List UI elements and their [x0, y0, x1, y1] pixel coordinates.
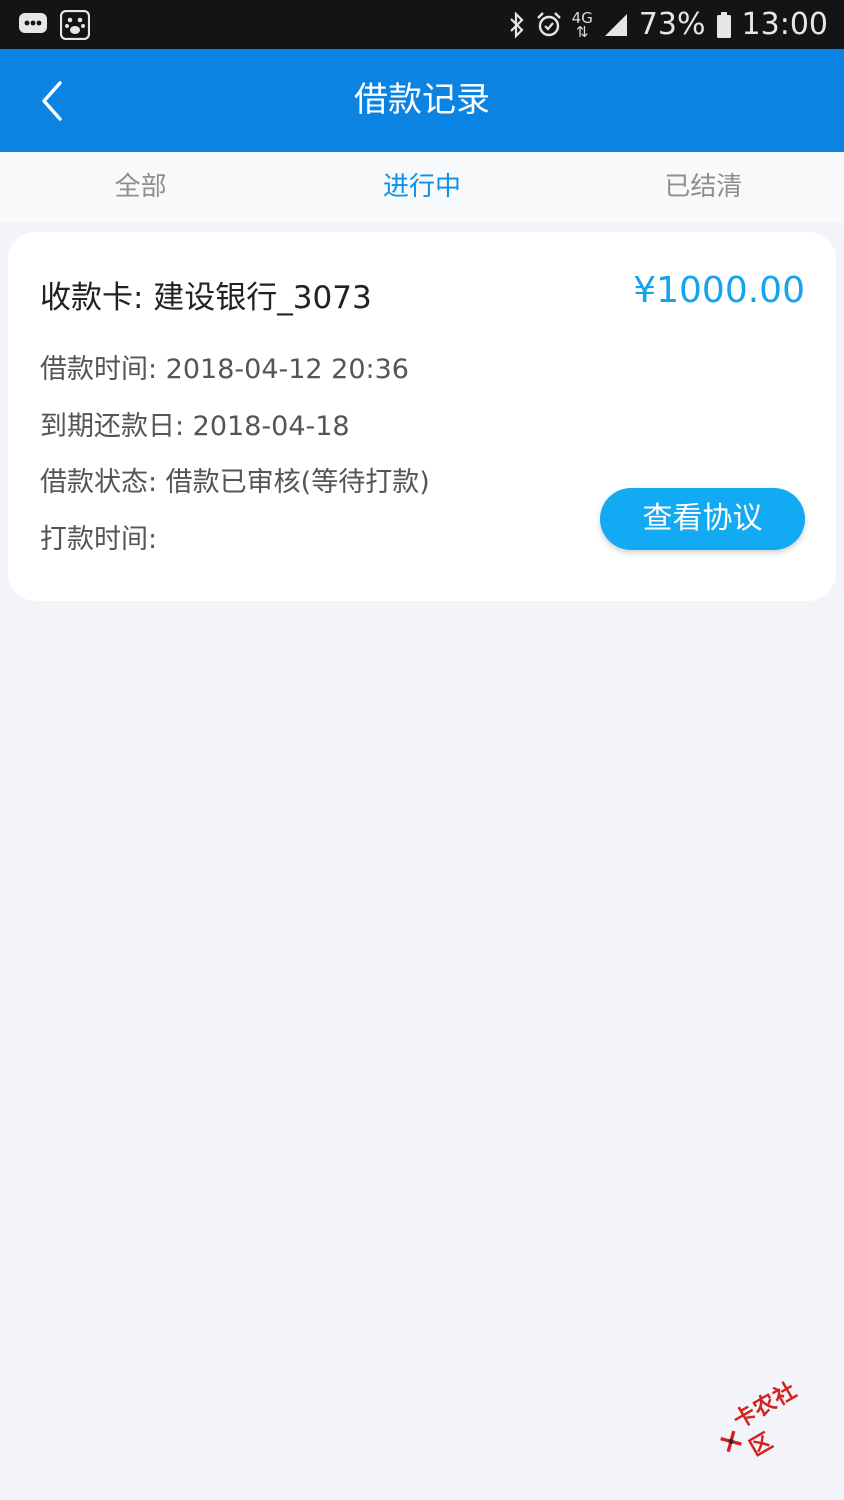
loan-record-card: 收款卡: 建设银行_3073 ¥1000.00 借款时间: 2018-04-12…	[8, 232, 836, 601]
page-title: 借款记录	[354, 80, 490, 120]
view-agreement-button[interactable]: 查看协议	[600, 488, 805, 550]
loan-amount: ¥1000.00	[633, 270, 805, 311]
loan-time: 借款时间: 2018-04-12 20:36	[40, 354, 409, 385]
network-indicator: 4G ⇅	[571, 8, 593, 41]
tab-all[interactable]: 全部	[0, 152, 281, 222]
loan-status: 借款状态: 借款已审核(等待打款)	[40, 467, 430, 498]
receiving-card-label: 收款卡: 建设银行_3073	[40, 280, 372, 316]
message-icon	[19, 13, 47, 33]
alarm-icon	[536, 11, 561, 36]
battery-percent: 73%	[638, 7, 706, 42]
watermark-text: 卡农社区	[729, 1377, 802, 1462]
tab-bar: 全部 进行中 已结清	[0, 152, 844, 222]
clock: 13:00	[741, 7, 828, 42]
payout-time: 打款时间:	[40, 524, 158, 555]
battery-icon	[716, 11, 731, 38]
due-date: 到期还款日: 2018-04-18	[40, 411, 350, 442]
tab-settled[interactable]: 已结清	[563, 152, 844, 222]
watermark: 卡农社区	[708, 1370, 825, 1472]
signal-icon	[604, 13, 627, 36]
baidu-icon	[60, 10, 90, 40]
bluetooth-icon	[509, 10, 524, 39]
status-bar: 4G ⇅ 73% 13:00	[0, 0, 844, 49]
tab-in-progress[interactable]: 进行中	[281, 152, 562, 222]
app-header: 借款记录	[0, 49, 844, 152]
